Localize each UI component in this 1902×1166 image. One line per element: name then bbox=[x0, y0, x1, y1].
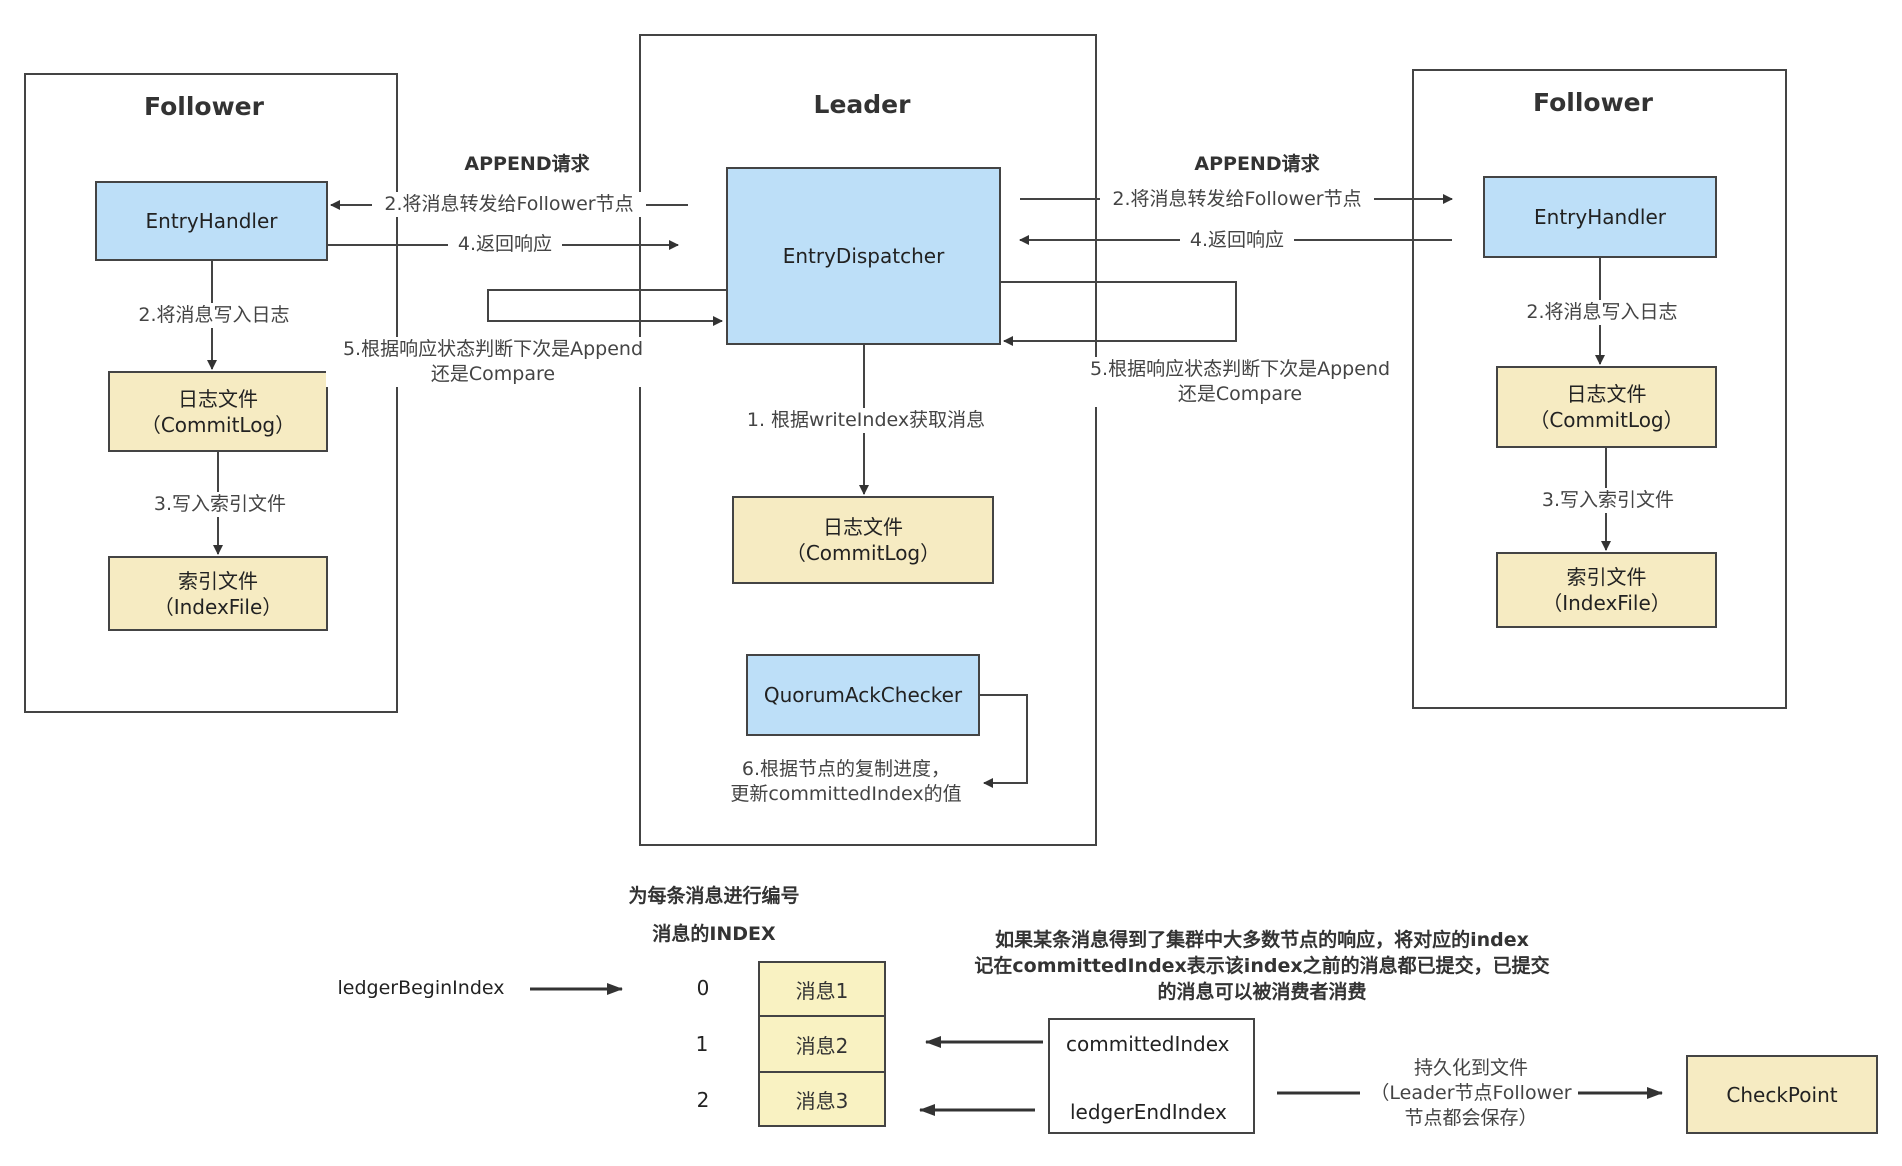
message-item[interactable]: 消息1 bbox=[760, 963, 884, 1017]
left-commitlog[interactable]: 日志文件 （CommitLog） bbox=[108, 371, 328, 452]
right-decide-line1: 5.根据响应状态判断下次是Append bbox=[1089, 358, 1391, 380]
index-2: 2 bbox=[696, 1088, 710, 1112]
right-indexfile-line2: （IndexFile） bbox=[1542, 591, 1671, 615]
left-indexfile[interactable]: 索引文件 （IndexFile） bbox=[108, 556, 328, 631]
leader-step6-line1: 6.根据节点的复制进度， bbox=[741, 758, 951, 780]
ledger-begin-index-label: ledgerBeginIndex bbox=[326, 976, 516, 1001]
index-0: 0 bbox=[696, 976, 710, 1000]
leader-title: Leader bbox=[813, 90, 911, 119]
commit-note: 如果某条消息得到了集群中大多数节点的响应，将对应的index 记在committ… bbox=[945, 927, 1579, 1005]
persist-note: 持久化到文件 （Leader节点Follower 节点都会保存） bbox=[1362, 1056, 1580, 1131]
leader-step6-line2: 更新committedIndex的值 bbox=[730, 783, 962, 805]
right-indexfile-line1: 索引文件 bbox=[1566, 565, 1647, 589]
leader-step6-label: 6.根据节点的复制进度， 更新committedIndex的值 bbox=[722, 757, 970, 807]
left-decide-line2: 还是Compare bbox=[430, 363, 556, 385]
right-forward-label: 2.将消息转发给Follower节点 bbox=[1100, 187, 1374, 212]
left-decide-line1: 5.根据响应状态判断下次是Append bbox=[342, 338, 644, 360]
checkpoint-box[interactable]: CheckPoint bbox=[1686, 1055, 1878, 1134]
committed-index-label[interactable]: committedIndex bbox=[1066, 1032, 1230, 1056]
quorum-ack-checker-label: QuorumAckChecker bbox=[763, 683, 963, 707]
index-caption: 消息的INDEX bbox=[632, 922, 796, 947]
left-step2-label: 2.将消息写入日志 bbox=[126, 303, 302, 328]
left-entry-handler-label: EntryHandler bbox=[145, 209, 278, 233]
right-entry-handler-label: EntryHandler bbox=[1534, 205, 1666, 229]
right-step3-label: 3.写入索引文件 bbox=[1532, 488, 1684, 513]
right-append-heading: APPEND请求 bbox=[1194, 153, 1320, 175]
commit-note-line1: 如果某条消息得到了集群中大多数节点的响应，将对应的index bbox=[995, 929, 1529, 951]
right-indexfile[interactable]: 索引文件 （IndexFile） bbox=[1496, 552, 1717, 628]
right-decide-line2: 还是Compare bbox=[1177, 383, 1303, 405]
commit-note-line3: 的消息可以被消费者消费 bbox=[1157, 981, 1367, 1003]
left-commitlog-line1: 日志文件 bbox=[178, 386, 258, 411]
quorum-ack-checker[interactable]: QuorumAckChecker bbox=[746, 654, 980, 736]
persist-note-line2: （Leader节点Follower bbox=[1370, 1082, 1572, 1104]
right-entry-handler[interactable]: EntryHandler bbox=[1483, 176, 1717, 258]
leader-step1-label: 1. 根据writeIndex获取消息 bbox=[737, 408, 995, 433]
left-step3-label: 3.写入索引文件 bbox=[144, 492, 296, 517]
left-append-heading: APPEND请求 bbox=[464, 153, 590, 175]
right-step2-label: 2.将消息写入日志 bbox=[1514, 300, 1690, 325]
left-response-label: 4.返回响应 bbox=[448, 232, 562, 257]
right-response-label: 4.返回响应 bbox=[1180, 228, 1294, 253]
left-decide-label: 5.根据响应状态判断下次是Append 还是Compare bbox=[326, 337, 660, 387]
persist-note-line3: 节点都会保存） bbox=[1404, 1107, 1538, 1129]
leader-commitlog[interactable]: 日志文件 （CommitLog） bbox=[732, 496, 994, 584]
commit-note-line2: 记在committedIndex表示该index之前的消息都已提交，已提交 bbox=[974, 955, 1550, 977]
checkpoint-label: CheckPoint bbox=[1726, 1082, 1838, 1107]
entry-dispatcher[interactable]: EntryDispatcher bbox=[726, 167, 1001, 345]
ledger-end-index-label[interactable]: ledgerEndIndex bbox=[1070, 1100, 1227, 1124]
message-stack: 消息1 消息2 消息3 bbox=[758, 961, 886, 1127]
left-indexfile-line2: （IndexFile） bbox=[153, 594, 283, 619]
left-commitlog-line2: （CommitLog） bbox=[140, 412, 296, 437]
index-pointer-box: committedIndex ledgerEndIndex bbox=[1048, 1018, 1255, 1134]
right-commitlog-line2: （CommitLog） bbox=[1529, 408, 1684, 432]
left-indexfile-line1: 索引文件 bbox=[178, 568, 258, 593]
right-decide-label: 5.根据响应状态判断下次是Append 还是Compare bbox=[1073, 357, 1407, 407]
entry-dispatcher-label: EntryDispatcher bbox=[782, 244, 945, 268]
message-item[interactable]: 消息2 bbox=[760, 1017, 884, 1073]
right-commitlog[interactable]: 日志文件 （CommitLog） bbox=[1496, 366, 1717, 448]
left-entry-handler[interactable]: EntryHandler bbox=[95, 181, 328, 261]
message-item[interactable]: 消息3 bbox=[760, 1073, 884, 1125]
right-follower-title: Follower bbox=[1533, 88, 1653, 117]
left-follower-title: Follower bbox=[144, 92, 264, 121]
index-1: 1 bbox=[695, 1032, 709, 1056]
numbering-caption: 为每条消息进行编号 bbox=[612, 884, 816, 909]
persist-note-line1: 持久化到文件 bbox=[1413, 1057, 1528, 1079]
left-forward-label: 2.将消息转发给Follower节点 bbox=[372, 192, 646, 217]
leader-commitlog-line2: （CommitLog） bbox=[785, 541, 941, 565]
leader-commitlog-line1: 日志文件 bbox=[823, 515, 903, 539]
right-commitlog-line1: 日志文件 bbox=[1566, 382, 1647, 406]
